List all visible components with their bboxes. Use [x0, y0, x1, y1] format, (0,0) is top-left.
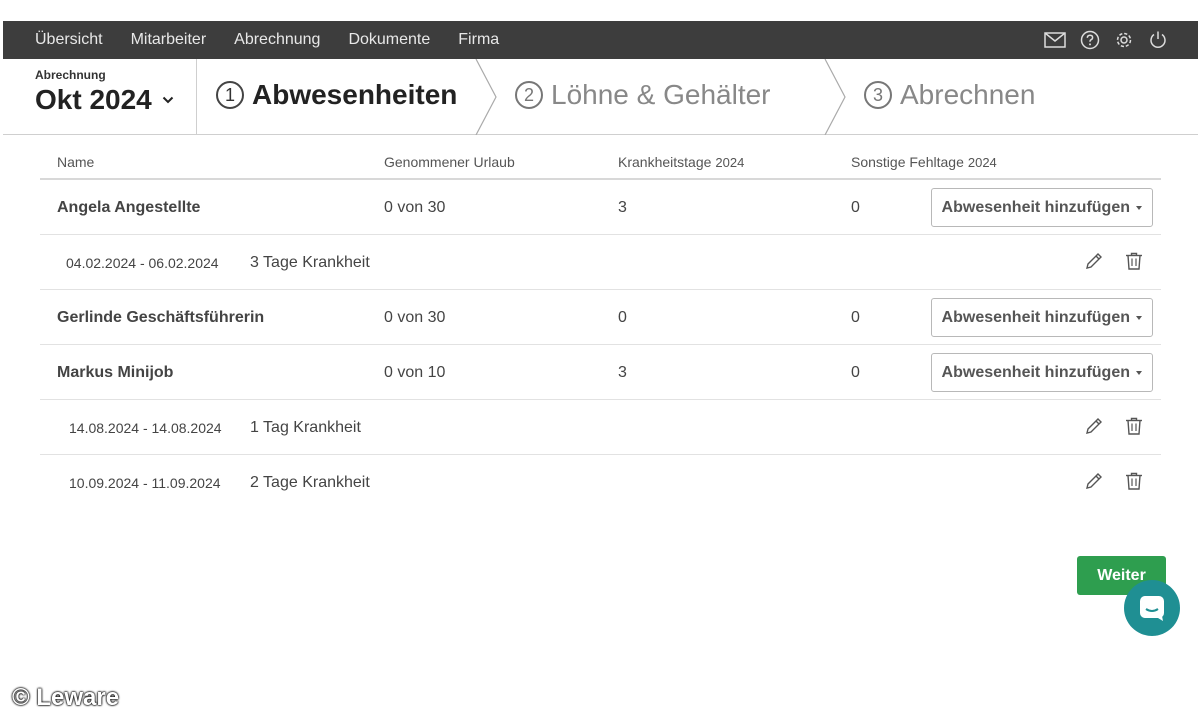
trash-icon[interactable]: [1124, 471, 1144, 491]
power-icon[interactable]: [1148, 30, 1168, 50]
absence-date-range: 04.02.2024 - 06.02.2024: [66, 255, 219, 271]
employee-krank: 0: [618, 309, 627, 326]
table-header: Name Genommener Urlaub Krankheitstage 202…: [40, 142, 1161, 180]
absence-description: 1 Tag Krankheit: [250, 419, 361, 436]
nav-item-firma[interactable]: Firma: [458, 31, 499, 49]
employee-name: Angela Angestellte: [57, 199, 201, 216]
nav-icons: [1044, 21, 1168, 59]
edit-icon[interactable]: [1084, 251, 1104, 271]
period-selector[interactable]: Abrechnung Okt 2024: [35, 68, 174, 116]
step-separator-icon: [475, 59, 497, 135]
header-sonstige-year: 2024: [967, 155, 997, 170]
nav-item-mitarbeiter[interactable]: Mitarbeiter: [131, 31, 207, 49]
employee-sonstige: 0: [851, 309, 860, 326]
help-icon[interactable]: [1080, 30, 1100, 50]
add-absence-label: Abwesenheit hinzufügen: [941, 308, 1130, 326]
absence-description: 3 Tage Krankheit: [250, 254, 370, 271]
trash-icon[interactable]: [1124, 416, 1144, 436]
edit-icon[interactable]: [1084, 471, 1104, 491]
employee-urlaub: 0 von 10: [384, 364, 446, 381]
employee-krank: 3: [618, 199, 627, 216]
employee-urlaub: 0 von 30: [384, 199, 446, 216]
step-separator-icon: [824, 59, 846, 135]
gear-icon[interactable]: [1114, 30, 1134, 50]
header-name: Name: [57, 154, 95, 170]
mail-icon[interactable]: [1044, 32, 1066, 48]
employee-urlaub: 0 von 30: [384, 309, 446, 326]
header-krank-year: 2024: [715, 155, 745, 170]
absence-row: 04.02.2024 - 06.02.2024 3 Tage Krankheit: [40, 235, 1161, 290]
step-loehne[interactable]: 2 Löhne & Gehälter: [515, 79, 771, 111]
header-sonstige-text: Sonstige Fehltage: [851, 154, 964, 170]
add-absence-label: Abwesenheit hinzufügen: [941, 198, 1130, 216]
header-sonstige: Sonstige Fehltage 2024: [851, 154, 997, 170]
period-label: Abrechnung: [35, 68, 106, 82]
absence-row: 14.08.2024 - 14.08.2024 1 Tag Krankheit: [40, 400, 1161, 455]
absence-table: Name Genommener Urlaub Krankheitstage 202…: [40, 142, 1161, 510]
table-row: Angela Angestellte 0 von 30 3 0 Abwesenh…: [40, 180, 1161, 235]
trash-icon[interactable]: [1124, 251, 1144, 271]
step-abwesenheiten[interactable]: 1 Abwesenheiten: [216, 79, 457, 111]
period-value-text: Okt 2024: [35, 84, 152, 115]
nav-item-dokumente[interactable]: Dokumente: [348, 31, 430, 49]
absence-row: 10.09.2024 - 11.09.2024 2 Tage Krankheit: [40, 455, 1161, 510]
step-number: 2: [515, 81, 543, 109]
period-value[interactable]: Okt 2024: [35, 84, 174, 116]
absence-date-range: 10.09.2024 - 11.09.2024: [69, 475, 221, 491]
employee-sonstige: 0: [851, 199, 860, 216]
top-navigation: Übersicht Mitarbeiter Abrechnung Dokumen…: [3, 21, 1198, 59]
employee-sonstige: 0: [851, 364, 860, 381]
header-krank: Krankheitstage 2024: [618, 154, 744, 170]
absence-description: 2 Tage Krankheit: [250, 474, 370, 491]
add-absence-label: Abwesenheit hinzufügen: [941, 363, 1130, 381]
nav-item-uebersicht[interactable]: Übersicht: [35, 31, 103, 49]
edit-icon[interactable]: [1084, 416, 1104, 436]
employee-name: Gerlinde Geschäftsführerin: [57, 309, 265, 326]
caret-down-icon: [1136, 370, 1142, 375]
table-row: Gerlinde Geschäftsführerin 0 von 30 0 0 …: [40, 290, 1161, 345]
chat-icon: [1140, 596, 1164, 621]
add-absence-button[interactable]: Abwesenheit hinzufügen: [930, 353, 1153, 392]
header-urlaub: Genommener Urlaub: [384, 154, 515, 170]
step-label: Abwesenheiten: [252, 79, 458, 110]
caret-down-icon: [1136, 315, 1142, 320]
table-row: Markus Minijob 0 von 10 3 0 Abwesenheit …: [40, 345, 1161, 400]
add-absence-button[interactable]: Abwesenheit hinzufügen: [930, 298, 1153, 337]
absence-date-range: 14.08.2024 - 14.08.2024: [69, 420, 222, 436]
caret-down-icon: [1136, 205, 1142, 210]
step-label: Abrechnen: [900, 79, 1036, 110]
employee-name: Markus Minijob: [57, 364, 174, 381]
header-divider: [196, 59, 197, 135]
watermark: © Leware: [12, 684, 120, 711]
step-number: 3: [864, 81, 892, 109]
employee-krank: 3: [618, 364, 627, 381]
step-bar: Abrechnung Okt 2024 1 Abwesenheiten 2 Lö…: [3, 59, 1198, 135]
add-absence-button[interactable]: Abwesenheit hinzufügen: [930, 188, 1153, 227]
step-label: Löhne & Gehälter: [551, 79, 771, 110]
chevron-down-icon: [162, 96, 173, 104]
header-krank-text: Krankheitstage: [618, 154, 712, 170]
nav-item-abrechnung[interactable]: Abrechnung: [234, 31, 320, 49]
step-number: 1: [216, 81, 244, 109]
chat-launcher[interactable]: [1124, 580, 1180, 636]
step-abrechnen[interactable]: 3 Abrechnen: [864, 79, 1035, 111]
